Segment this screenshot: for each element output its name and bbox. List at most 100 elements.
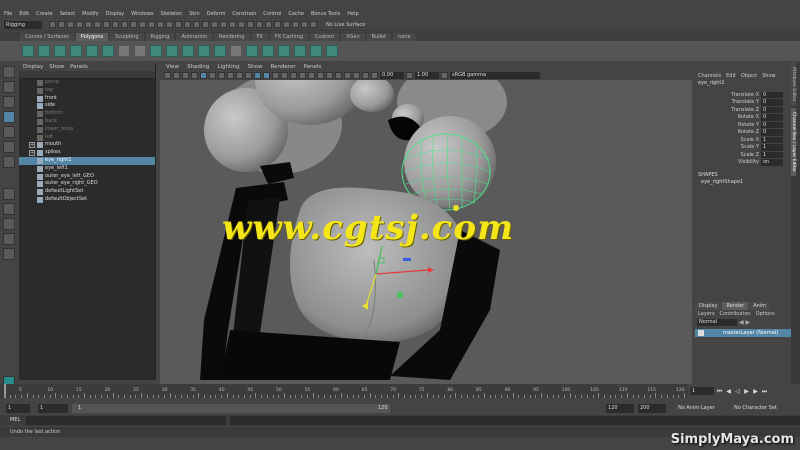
outliner-item[interactable]: defaultLightSet [19,188,155,196]
menu-modify[interactable]: Modify [82,11,99,17]
command-input[interactable] [26,416,226,425]
anim-layer-dropdown[interactable]: No Anim Layer [678,405,715,411]
outliner-item[interactable]: + spikes [19,149,155,157]
menu-skeleton[interactable]: Skeleton [160,11,182,17]
mirror-icon[interactable] [214,45,226,57]
exposure-icon[interactable] [371,71,378,79]
color-manage-icon[interactable] [441,71,448,79]
gamma-field[interactable]: 1.00 [415,71,439,79]
attribute-value[interactable]: 1 [761,151,783,158]
cube-icon[interactable] [38,45,50,57]
gate-mask-icon[interactable] [227,71,234,79]
cylinder-icon[interactable] [54,45,66,57]
menu-display[interactable]: Display [106,11,124,17]
shelf-tab[interactable]: FX Caching [269,33,308,41]
time-slider[interactable]: 5 10 15 20 25 30 35 40 45 50 55 60 65 70 75 80 85 90 95 100… [0,384,688,398]
rotate-tool-icon[interactable] [3,126,15,138]
play-icon[interactable]: ▶ [743,388,750,395]
xray-components-icon[interactable] [362,71,369,79]
go-end-icon[interactable]: ⏭ [761,388,768,395]
attribute-row[interactable]: Scale X1 [695,136,791,144]
viewport-menu-item[interactable]: View [166,64,179,70]
viewport-menu-item[interactable]: Renderer [270,64,295,70]
play-back-icon[interactable]: ◁ [734,388,741,395]
attribute-row[interactable]: Visibility on [695,159,791,167]
side-tab[interactable]: Attribute Editor [791,63,796,106]
outliner-item[interactable]: outer_eye_right_GEO [19,180,155,188]
playback-start-field[interactable]: 1 [38,403,68,413]
outliner-item[interactable]: outer_eye_left_GEO [19,173,155,181]
select-tool-icon[interactable] [3,66,15,78]
status-icons[interactable] [49,21,317,28]
layer-tab[interactable]: Display [695,302,722,310]
go-start-icon[interactable]: ⏮ [716,388,723,395]
layout-outliner-icon[interactable] [3,233,15,245]
outliner-item[interactable]: persp [19,79,155,87]
xray-icon[interactable] [344,71,351,79]
sphere-icon[interactable] [22,45,34,57]
menu-deform[interactable]: Deform [207,11,226,17]
attribute-value[interactable]: 0 [761,99,783,106]
shelf-tab[interactable]: Sculpting [110,33,144,41]
attribute-row[interactable]: Translate Z0 [695,106,791,114]
outliner-item[interactable]: top [19,87,155,95]
extract-icon[interactable] [166,45,178,57]
channel-menu-item[interactable]: Object [741,73,757,79]
menu-help[interactable]: Help [347,11,358,17]
mode-dropdown[interactable]: Rigging [4,20,42,29]
viewport-3d[interactable]: www.cgtsj.com [160,80,692,384]
auto-map-icon[interactable] [326,45,338,57]
menu-windows[interactable]: Windows [131,11,153,17]
attribute-row[interactable]: Scale Y1 [695,144,791,152]
live-surface-label[interactable]: No Live Surface [326,22,365,28]
character-set-dropdown[interactable]: No Character Set [734,405,777,411]
attribute-value[interactable]: 0 [761,114,783,121]
platonic-icon[interactable] [118,45,130,57]
shelf-tab[interactable]: none [393,33,416,41]
outliner-item[interactable]: lower_body [19,126,155,134]
xray-joints-icon[interactable] [353,71,360,79]
shelf-tab[interactable]: FX [251,33,268,41]
outliner-item[interactable]: eye_right1 [19,156,155,165]
layer-menu-item[interactable]: Layers [698,311,715,317]
outliner-item[interactable]: bottom [19,110,155,118]
isolate-icon[interactable] [335,71,342,79]
lasso-tool-icon[interactable] [3,81,15,93]
menu-edit[interactable]: Edit [19,11,29,17]
side-tab[interactable]: Channel Box / Layer Editor [791,107,796,176]
menu-cache[interactable]: Cache [288,11,304,17]
lights-icon[interactable] [290,71,297,79]
outliner-menu-item[interactable]: Show [49,64,64,70]
viewport-menu-item[interactable]: Shading [187,64,209,70]
outliner-item[interactable]: back [19,118,155,126]
step-forward-icon[interactable]: ▶ [752,388,759,395]
smooth-icon[interactable] [182,45,194,57]
menu-constrain[interactable]: Constrain [232,11,256,17]
channel-menu-item[interactable]: Channels [698,73,721,79]
bridge-icon[interactable] [230,45,242,57]
shadows-icon[interactable] [299,71,306,79]
outliner-menu-item[interactable]: Display [23,64,43,70]
resolution-gate-icon[interactable] [218,71,225,79]
field-chart-icon[interactable] [236,71,243,79]
playback-end-field[interactable]: 120 [606,403,634,413]
aa-icon[interactable] [317,71,324,79]
attribute-row[interactable]: Scale Z1 [695,151,791,159]
grid-icon[interactable] [200,71,207,79]
attribute-row[interactable]: Translate X0 [695,91,791,99]
menu-create[interactable]: Create [36,11,53,17]
shelf-tab[interactable]: Polygons [75,33,109,41]
merge-icon[interactable] [278,45,290,57]
outliner-menu-item[interactable]: Panels [70,64,88,70]
camera-attr-icon[interactable] [173,71,180,79]
layout-single-icon[interactable] [3,188,15,200]
mel-label[interactable]: MEL [10,417,20,423]
render-toggle-icon[interactable] [698,330,704,336]
range-slider[interactable] [72,403,390,413]
shelf-tab[interactable]: Rigging [145,33,175,41]
color-space-dropdown[interactable]: sRGB gamma [450,71,540,79]
wire-on-shaded-icon[interactable] [272,71,279,79]
attribute-value[interactable]: 1 [761,144,783,151]
layout-two-icon[interactable] [3,218,15,230]
attribute-value[interactable]: 0 [761,129,783,136]
